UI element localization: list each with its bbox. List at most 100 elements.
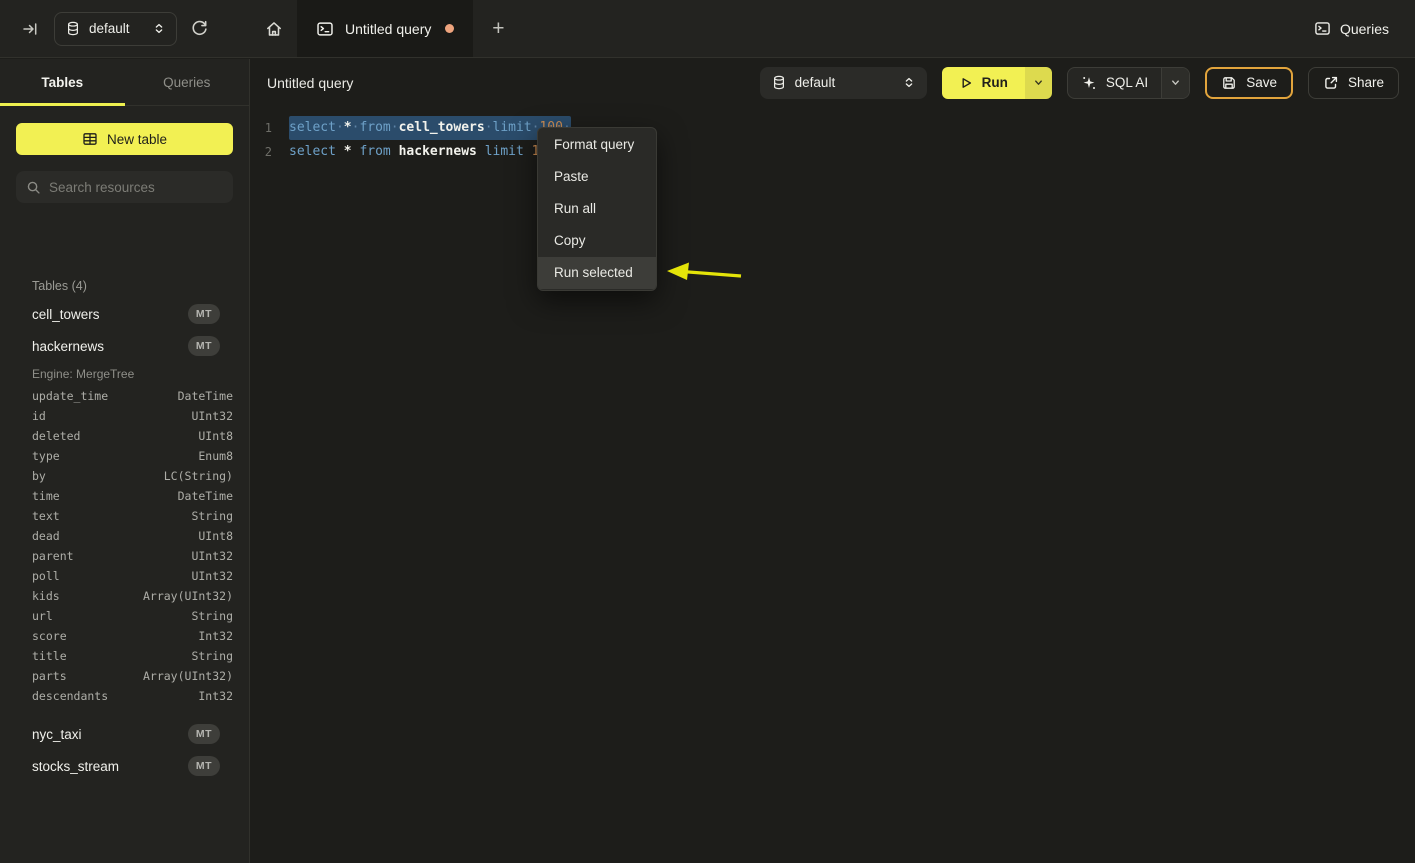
chevron-down-icon (1170, 77, 1181, 88)
column-name: text (32, 509, 60, 523)
terminal-icon (316, 20, 334, 38)
collapse-sidebar-icon (22, 21, 38, 37)
sql-ai-button[interactable]: SQL AI (1068, 68, 1161, 98)
column-type: String (191, 509, 233, 523)
sidebar-tabs: Tables Queries (0, 59, 249, 106)
token-ws (477, 144, 485, 159)
sql-ai-options-chevron[interactable] (1161, 68, 1189, 98)
column-type: Int32 (198, 689, 233, 703)
column-type: Array(UInt32) (143, 589, 233, 603)
column-type: UInt8 (198, 429, 233, 443)
query-database-selector[interactable]: default (760, 67, 927, 99)
engine-badge: MT (188, 724, 220, 744)
token-kw: from (359, 144, 390, 159)
search-box (16, 171, 233, 203)
new-tab-button[interactable]: + (473, 0, 523, 57)
code-line-1[interactable]: 1select·*·from·cell_towers·limit·100· (251, 116, 1415, 140)
sql-editor[interactable]: 1select·*·from·cell_towers·limit·100·2se… (251, 106, 1415, 863)
token-kw: select (289, 144, 336, 159)
code-line-2[interactable]: 2select * from hackernews limit 100 (251, 140, 1415, 164)
column-row-type: typeEnum8 (16, 446, 233, 466)
column-row-title: titleString (16, 646, 233, 666)
query-database-value: default (795, 75, 836, 90)
engine-badge: MT (188, 336, 220, 356)
share-button[interactable]: Share (1308, 67, 1399, 99)
column-type: Int32 (198, 629, 233, 643)
run-options-chevron[interactable] (1025, 67, 1052, 99)
column-type: UInt8 (198, 529, 233, 543)
new-table-button[interactable]: New table (16, 123, 233, 155)
columns-gap (16, 706, 233, 718)
menu-item-format-query[interactable]: Format query (538, 129, 656, 161)
sidebar-tab-queries[interactable]: Queries (125, 59, 250, 105)
run-label: Run (982, 75, 1008, 90)
column-row-text: text String (16, 506, 233, 526)
column-row-update_time: update_timeDateTime (16, 386, 233, 406)
token-ws (336, 144, 344, 159)
column-type: UInt32 (191, 409, 233, 423)
column-type: UInt32 (191, 569, 233, 583)
run-button[interactable]: Run (942, 67, 1025, 99)
column-name: update_time (32, 389, 108, 403)
main-pane: Untitled query default (251, 59, 1415, 863)
menu-item-copy[interactable]: Copy (538, 225, 656, 257)
column-row-poll: pollUInt32 (16, 566, 233, 586)
table-item-nyc_taxi[interactable]: nyc_taxi MT (16, 718, 233, 750)
menu-item-paste[interactable]: Paste (538, 161, 656, 193)
sidebar-tab-queries-label: Queries (163, 75, 210, 90)
column-type: LC(String) (164, 469, 233, 483)
collapse-sidebar-button[interactable] (18, 17, 42, 41)
table-name: cell_towers (32, 307, 100, 322)
save-label: Save (1246, 75, 1277, 90)
database-icon (772, 75, 786, 90)
column-name: time (32, 489, 60, 503)
column-name: id (32, 409, 46, 423)
toolbar-actions: default Run (760, 67, 1399, 99)
editor-context-menu: Format queryPasteRun allCopyRun selected (537, 127, 657, 291)
tab-untitled-query[interactable]: Untitled query (297, 0, 473, 57)
sidebar-tab-tables[interactable]: Tables (0, 59, 125, 105)
save-button[interactable]: Save (1205, 67, 1293, 99)
column-name: dead (32, 529, 60, 543)
table-item-cell_towers[interactable]: cell_towers MT (16, 298, 233, 330)
tab-home[interactable] (250, 0, 297, 57)
sql-ai-label: SQL AI (1106, 75, 1148, 90)
column-row-time: time DateTime (16, 486, 233, 506)
column-row-score: score Int32 (16, 626, 233, 646)
plus-icon: + (492, 17, 504, 41)
token-kw: select (289, 120, 336, 135)
unsaved-changes-dot (445, 24, 454, 33)
column-type: UInt32 (191, 549, 233, 563)
column-type: DateTime (178, 489, 233, 503)
menu-item-run-selected[interactable]: Run selected (538, 257, 656, 289)
token-ws: · (391, 120, 399, 135)
refresh-icon (191, 20, 208, 37)
token-ws (524, 144, 532, 159)
token-ws (391, 144, 399, 159)
queries-icon (1314, 20, 1331, 37)
table-item-stocks_stream[interactable]: stocks_streamMT (16, 750, 233, 782)
database-selector[interactable]: default (54, 12, 177, 46)
token-kw: limit (493, 120, 532, 135)
engine-badge: MT (188, 304, 220, 324)
token-ident: cell_towers (399, 120, 485, 135)
database-icon (66, 21, 80, 36)
tables-list: cell_towersMThackernewsMTEngine: MergeTr… (16, 298, 233, 782)
column-name: type (32, 449, 60, 463)
share-label: Share (1348, 75, 1384, 90)
query-toolbar: Untitled query default (251, 59, 1415, 106)
sidebar: Tables Queries New table Tables (4) cell… (0, 59, 250, 863)
column-name: url (32, 609, 53, 623)
refresh-button[interactable] (187, 16, 212, 41)
table-name: nyc_taxi (32, 727, 82, 742)
column-name: parent (32, 549, 74, 563)
table-name: stocks_stream (32, 759, 119, 774)
token-kw: limit (485, 144, 524, 159)
queries-label: Queries (1340, 21, 1389, 37)
search-input[interactable] (49, 180, 226, 195)
column-name: score (32, 629, 67, 643)
menu-item-run-all[interactable]: Run all (538, 193, 656, 225)
column-row-deleted: deletedUInt8 (16, 426, 233, 446)
table-item-hackernews[interactable]: hackernewsMT (16, 330, 233, 362)
queries-menu-button[interactable]: Queries (1314, 0, 1415, 57)
